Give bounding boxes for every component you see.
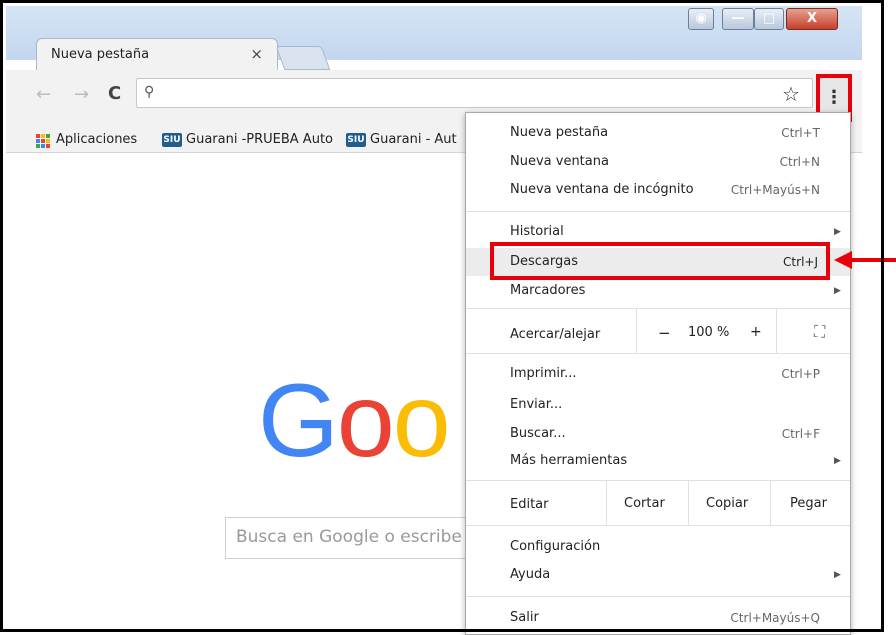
screenshot-frame — [0, 0, 884, 632]
